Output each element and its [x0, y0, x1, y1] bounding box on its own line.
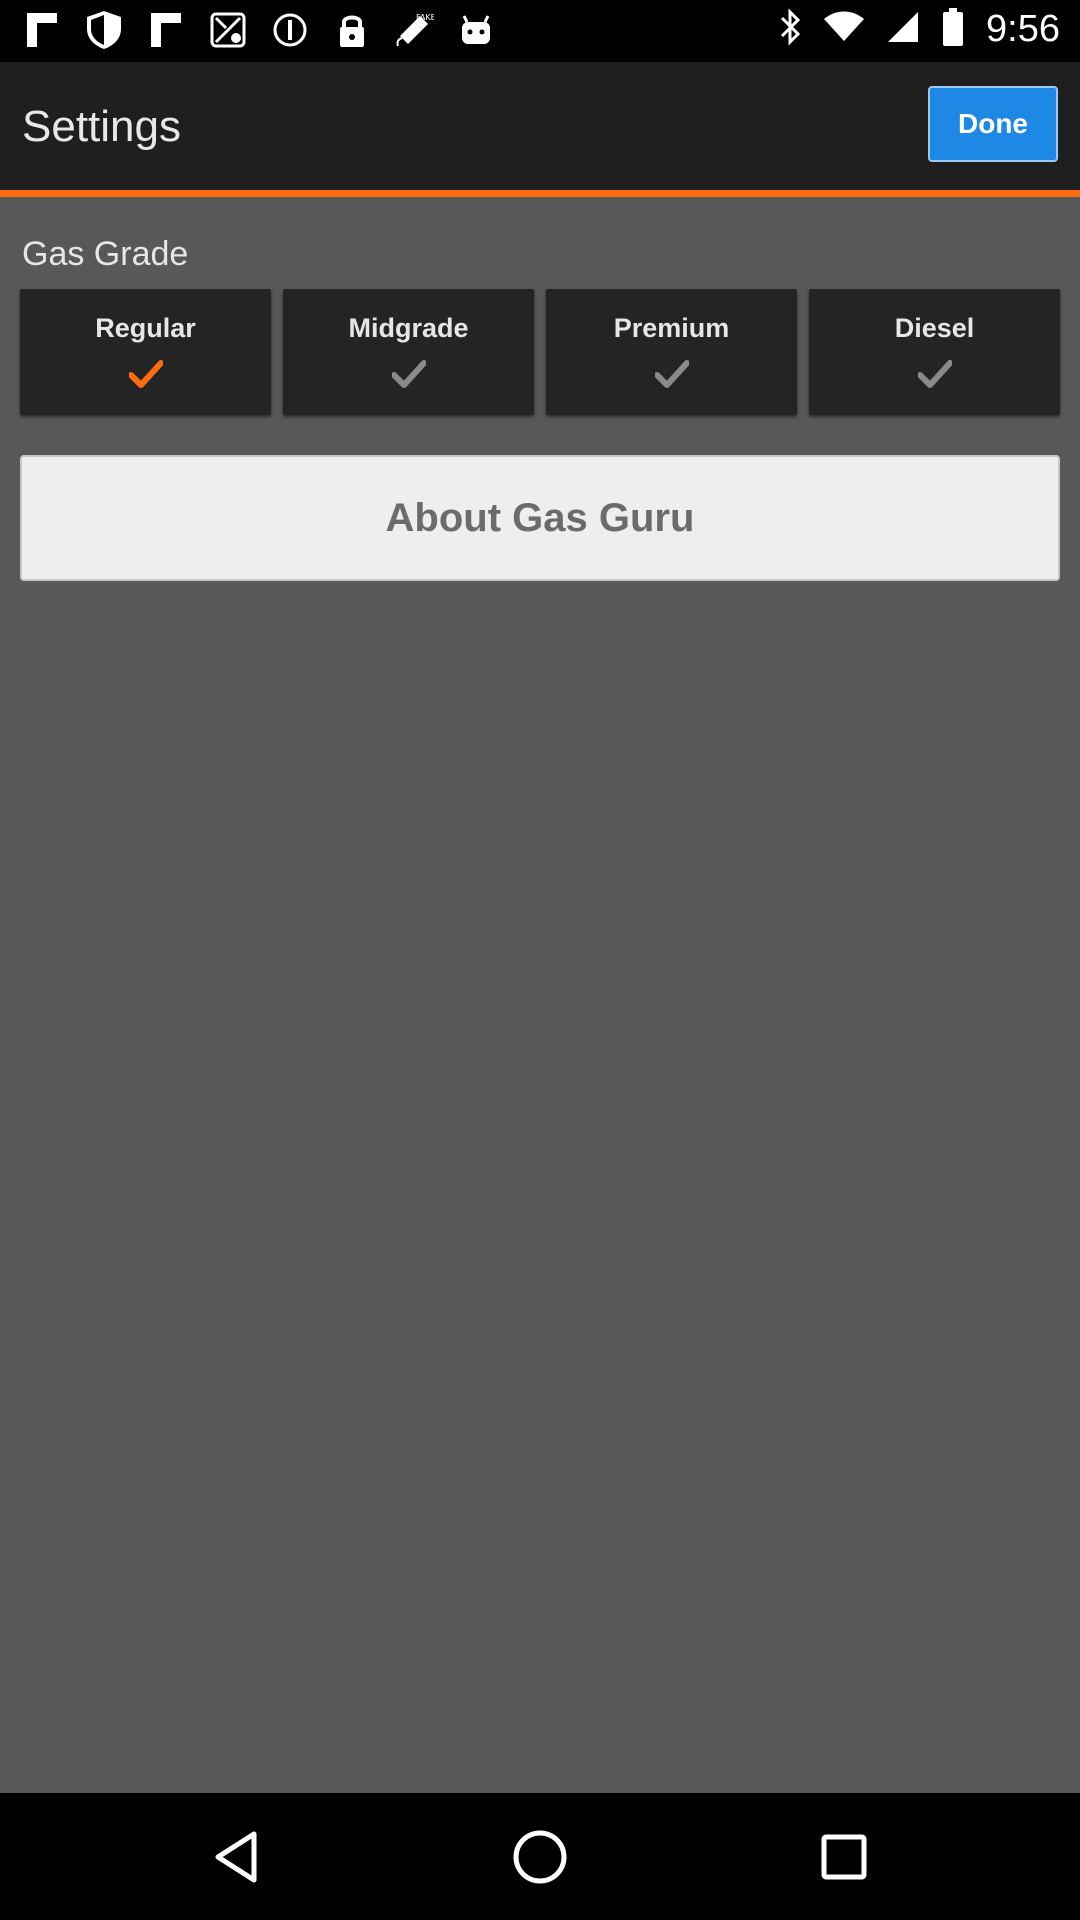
grade-label: Premium	[613, 313, 730, 343]
grade-label: Regular	[95, 313, 196, 343]
system-nav-bar	[0, 1793, 1080, 1920]
bluetooth-icon	[778, 8, 802, 51]
about-gas-guru-button[interactable]: About Gas Guru	[20, 455, 1060, 581]
grade-option-diesel[interactable]: Diesel	[809, 289, 1060, 415]
done-button[interactable]: Done	[928, 86, 1058, 162]
grade-label: Diesel	[894, 313, 975, 343]
app-bar: Settings Done	[0, 62, 1080, 190]
grade-option-premium[interactable]: Premium	[546, 289, 797, 415]
battery-icon	[942, 8, 964, 51]
gas-grade-label: Gas Grade	[22, 235, 189, 273]
clock: 9:56	[986, 8, 1060, 50]
accent-divider	[0, 190, 1080, 197]
gas-grade-options: Regular Midgrade Premium Diesel	[20, 289, 1060, 415]
page-title: Settings	[22, 102, 181, 151]
check-icon	[917, 360, 952, 388]
grade-option-regular[interactable]: Regular	[20, 289, 271, 415]
grade-label: Midgrade	[348, 313, 469, 343]
check-icon	[128, 360, 163, 388]
flipboard-icon	[22, 10, 62, 50]
recents-icon[interactable]	[808, 1821, 880, 1893]
check-icon	[391, 360, 426, 388]
system-icons: 9:56	[778, 8, 1060, 51]
lock-icon	[332, 10, 372, 50]
settings-content: Gas Grade Regular Midgrade Premium Diese…	[0, 197, 1080, 1793]
wifi-icon	[824, 11, 865, 48]
home-icon[interactable]	[504, 1821, 576, 1893]
notification-icons: FAKE	[22, 10, 496, 50]
status-bar: FAKE 9:56	[0, 0, 1080, 62]
check-icon	[654, 360, 689, 388]
shield-icon	[84, 10, 124, 50]
signal-icon	[886, 10, 920, 49]
grade-option-midgrade[interactable]: Midgrade	[283, 289, 534, 415]
info-icon	[270, 10, 310, 50]
fake-gps-icon: FAKE	[394, 10, 434, 50]
android-icon	[456, 10, 496, 50]
maps-icon	[208, 10, 248, 50]
svg-text:FAKE: FAKE	[416, 13, 434, 22]
back-icon[interactable]	[200, 1821, 272, 1893]
flipboard-icon	[146, 10, 186, 50]
